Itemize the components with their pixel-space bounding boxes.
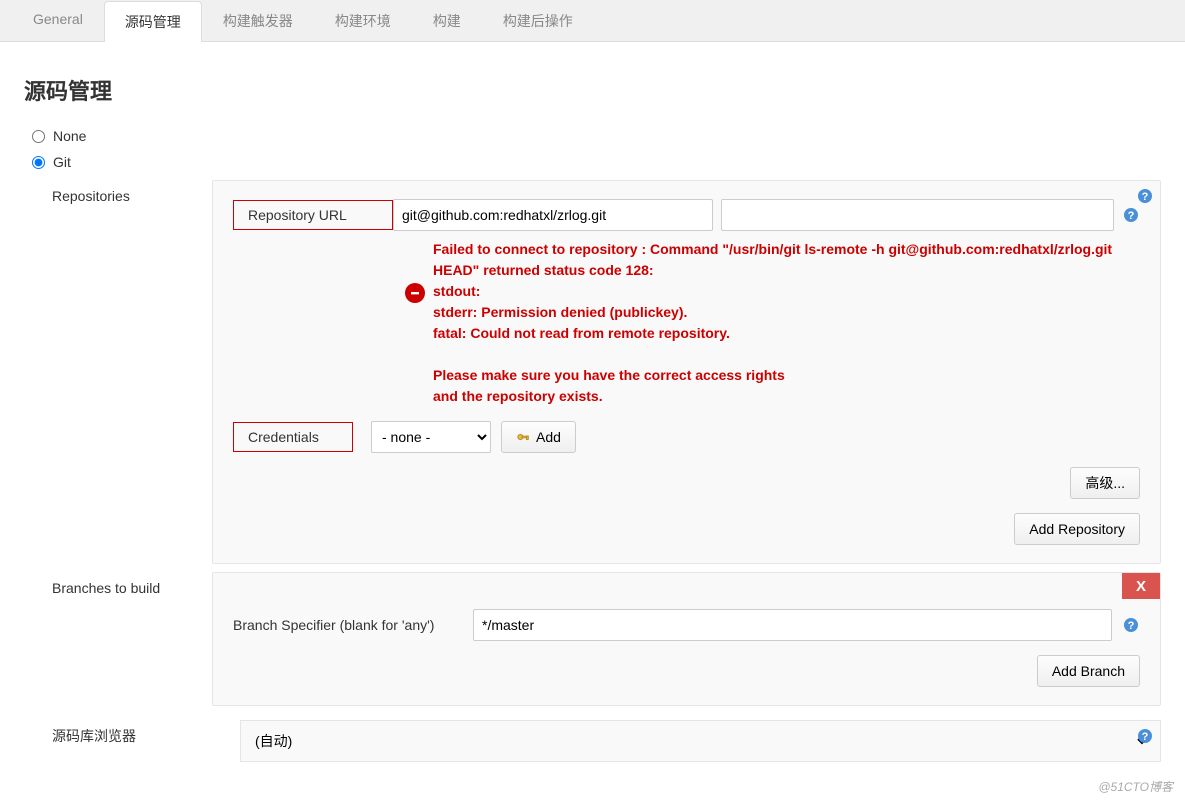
repo-error-block: Failed to connect to repository : Comman… [405,239,1140,407]
tab-triggers[interactable]: 构建触发器 [202,0,314,41]
repo-browser-label: 源码库浏览器 [52,720,240,746]
svg-text:?: ? [1142,731,1149,743]
help-icon[interactable]: ? [1136,187,1154,205]
branches-label: Branches to build [52,572,212,596]
tab-scm[interactable]: 源码管理 [104,1,202,42]
svg-text:?: ? [1128,620,1135,632]
repository-url-label: Repository URL [233,200,393,230]
config-tabs: General 源码管理 构建触发器 构建环境 构建 构建后操作 [0,0,1185,42]
help-icon[interactable]: ? [1136,727,1154,745]
help-icon[interactable]: ? [1122,616,1140,634]
repo-browser-panel: (自动) ? [240,720,1161,762]
branch-specifier-label: Branch Specifier (blank for 'any') [233,617,463,633]
scm-none-radio[interactable] [32,130,45,143]
key-icon [516,430,530,444]
add-branch-button[interactable]: Add Branch [1037,655,1140,687]
scm-none-label: None [53,128,86,144]
section-title: 源码管理 [24,74,1161,106]
add-credentials-button[interactable]: Add [501,421,576,453]
svg-text:?: ? [1142,191,1149,203]
add-credentials-label: Add [536,429,561,445]
scm-git-label: Git [53,154,71,170]
repositories-panel: ? Repository URL ? [212,180,1161,564]
tab-build-env[interactable]: 构建环境 [314,0,412,41]
delete-branch-button[interactable]: X [1122,573,1160,599]
branch-specifier-input[interactable] [473,609,1112,641]
watermark: @51CTO博客 [1098,778,1173,795]
tab-general[interactable]: General [12,0,104,41]
credentials-label: Credentials [233,422,353,452]
credentials-select[interactable]: - none - [371,421,491,453]
repository-url-input[interactable] [393,199,713,231]
repo-browser-select[interactable]: (自动) [251,729,1150,753]
tab-post-build[interactable]: 构建后操作 [482,0,594,41]
scm-git-radio[interactable] [32,156,45,169]
error-icon [405,283,425,303]
repository-url-spacer [721,199,1114,231]
branches-panel: X Branch Specifier (blank for 'any') ? A… [212,572,1161,706]
advanced-button[interactable]: 高级... [1070,467,1140,499]
repo-error-text: Failed to connect to repository : Comman… [433,239,1140,407]
repositories-label: Repositories [52,180,212,204]
add-repository-button[interactable]: Add Repository [1014,513,1140,545]
help-icon[interactable]: ? [1122,206,1140,224]
svg-text:?: ? [1128,210,1135,222]
tab-build[interactable]: 构建 [412,0,482,41]
